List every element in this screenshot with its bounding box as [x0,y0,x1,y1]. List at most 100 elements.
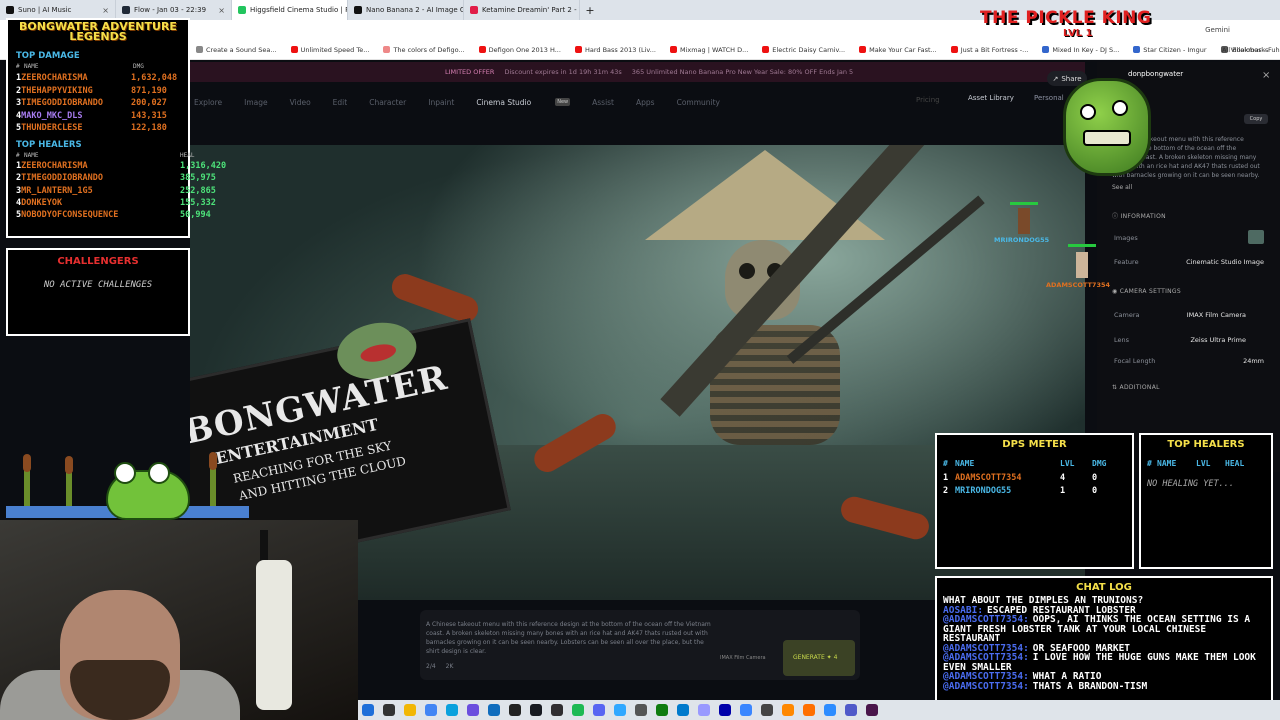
teams-icon[interactable] [845,704,857,716]
nav-image[interactable]: Image [244,98,268,107]
personal-menu[interactable]: Personal [1034,94,1064,102]
nav-assist[interactable]: Assist [592,98,614,107]
leaderboard-value: 155,332 [180,197,216,208]
top-healers-header-value: HEAL [180,152,195,159]
tab-favicon-icon [238,6,246,14]
premiere-icon[interactable] [698,704,710,716]
file-explorer-icon[interactable] [404,704,416,716]
bookmark-item[interactable]: Create a Sound Sea... [196,46,277,54]
terminal-icon[interactable] [509,704,521,716]
search-icon[interactable] [383,704,395,716]
cattail-reed [66,470,72,510]
healers-header-lvl: LVL [1196,459,1211,468]
browser-tab[interactable]: Ketamine Dreamin' Part 2 - Yo× [464,0,580,20]
reference-image-thumbnail[interactable] [1248,230,1264,244]
bookmark-item[interactable]: Electric Daisy Carniv... [762,46,845,54]
nav-explore[interactable]: Explore [194,98,222,107]
bookmark-item[interactable]: Make Your Car Fast... [859,46,937,54]
browser-tab[interactable]: Flow - Jan 03 - 22:39 × [116,0,232,20]
discord-icon[interactable] [593,704,605,716]
challengers-status: NO ACTIVE CHALLENGES [43,280,153,290]
nav-character[interactable]: Character [369,98,406,107]
additional-header[interactable]: ⇅ ADDITIONAL [1112,384,1160,391]
bookmark-label: Create a Sound Sea... [206,45,277,54]
photoshop-icon[interactable] [614,704,626,716]
pricing-link[interactable]: Pricing [916,96,940,104]
nav-apps[interactable]: Apps [636,98,655,107]
share-icon: ↗ [1052,74,1059,83]
nav-cinema-studio[interactable]: Cinema Studio [476,98,531,107]
tab-close-icon[interactable]: × [102,6,109,15]
paint-icon[interactable] [782,704,794,716]
bookmark-item[interactable]: Star Citizen - Imgur [1133,45,1207,54]
calculator-icon[interactable] [761,704,773,716]
leaderboard-row: 1ZEEROCHARISMA [16,161,88,171]
all-bookmarks[interactable]: All Bookmarks [1222,46,1268,54]
pickle-mouth [1083,130,1131,146]
health-bar [1010,202,1038,205]
chrome-icon[interactable] [425,704,437,716]
chat-messages[interactable]: WHAT ABOUT THE DIMPLES AN TRUNIONS? AOSAB… [943,596,1265,706]
new-tab-button[interactable]: + [580,4,600,17]
bookmark-label: Star Citizen - Imgur [1143,45,1207,54]
site-nav: Explore Image Video Edit Character Inpaint Cin… [190,92,1094,112]
windows-icon[interactable] [362,704,374,716]
prompt-count[interactable]: 2/4 [426,662,436,671]
notepad-icon[interactable] [740,704,752,716]
mail-icon[interactable] [488,704,500,716]
leaderboard-value: 50,994 [180,210,211,221]
share-label: Share [1061,74,1082,83]
see-all-link[interactable]: See all [1112,184,1132,191]
info-value: Cinematic Studio Image [1186,258,1264,266]
obs-icon[interactable] [551,704,563,716]
steam-icon[interactable] [530,704,542,716]
close-icon[interactable]: × [1262,70,1270,81]
nav-video[interactable]: Video [290,98,311,107]
nav-community[interactable]: Community [677,98,720,107]
xbox-icon[interactable] [656,704,668,716]
spotify-icon[interactable] [572,704,584,716]
tab-close-icon[interactable]: × [218,6,225,15]
edge-icon[interactable] [446,704,458,716]
zoom-icon[interactable] [824,704,836,716]
slack-icon[interactable] [866,704,878,716]
bookmark-item[interactable]: Defigon One 2013 H... [478,46,561,54]
audacity-icon[interactable] [719,704,731,716]
camera-settings-header[interactable]: ◉ CAMERA SETTINGS [1112,288,1181,295]
information-header[interactable]: ⓘ INFORMATION [1112,211,1166,220]
chat-message: @ADAMSCOTT7354: I LOVE HOW THE HUGE GUNS … [943,653,1265,672]
store-icon[interactable] [467,704,479,716]
dps-title: DPS METER [1002,439,1067,450]
frog-eye-icon [148,462,170,484]
browser-tab[interactable]: Nano Banana 2 - AI Image Gen× [348,0,464,20]
settings-icon[interactable] [635,704,647,716]
browser-tab[interactable]: Suno | AI Music × [0,0,116,20]
bookmark-item[interactable]: Unlimited Speed Te... [290,46,369,54]
bookmark-favicon-icon [1133,46,1141,53]
author-name[interactable]: donpbongwater [1128,70,1183,78]
bookmark-item[interactable]: The colors of Defigo... [383,46,465,54]
promo-text: 365 Unlimited Nano Banana Pro New Year S… [631,68,854,76]
profile-label[interactable]: Gemini [1205,26,1230,34]
asset-library-link[interactable]: Asset Library [968,94,1014,102]
webcam-feed [0,520,358,720]
nav-edit[interactable]: Edit [333,98,348,107]
camera-pill[interactable]: IMAX Film Camera [720,655,766,661]
generate-label: GENERATE ✦ 4 [793,654,838,661]
bookmark-item[interactable]: Mixmag | WATCH D... [669,46,748,54]
leaderboard-name: THEHAPPYVIKING [21,85,93,96]
bookmark-item[interactable]: Mixed In Key - DJ S... [1042,46,1119,54]
chat-message: @ADAMSCOTT7354: OOPS, AI THINKS THE OCEAN… [943,615,1265,644]
vs-code-icon[interactable] [677,704,689,716]
prompt-resolution[interactable]: 2K [446,662,454,671]
bookmark-item[interactable]: Just a Bit Fortress -... [950,46,1028,54]
vlc-icon[interactable] [803,704,815,716]
copy-button[interactable]: Copy [1244,114,1268,124]
dps-header-name: NAME [955,459,975,468]
chat-username[interactable]: @ADAMSCOTT7354: [943,681,1029,692]
promo-banner[interactable]: LIMITED OFFER Discount expires in 1d 19h… [190,62,1085,82]
bookmark-favicon-icon [859,46,867,53]
browser-tab[interactable]: Higgsfield Cinema Studio | Pro× [232,0,348,20]
bookmark-item[interactable]: Hard Bass 2013 (Liv... [574,46,656,54]
nav-inpaint[interactable]: Inpaint [428,98,454,107]
